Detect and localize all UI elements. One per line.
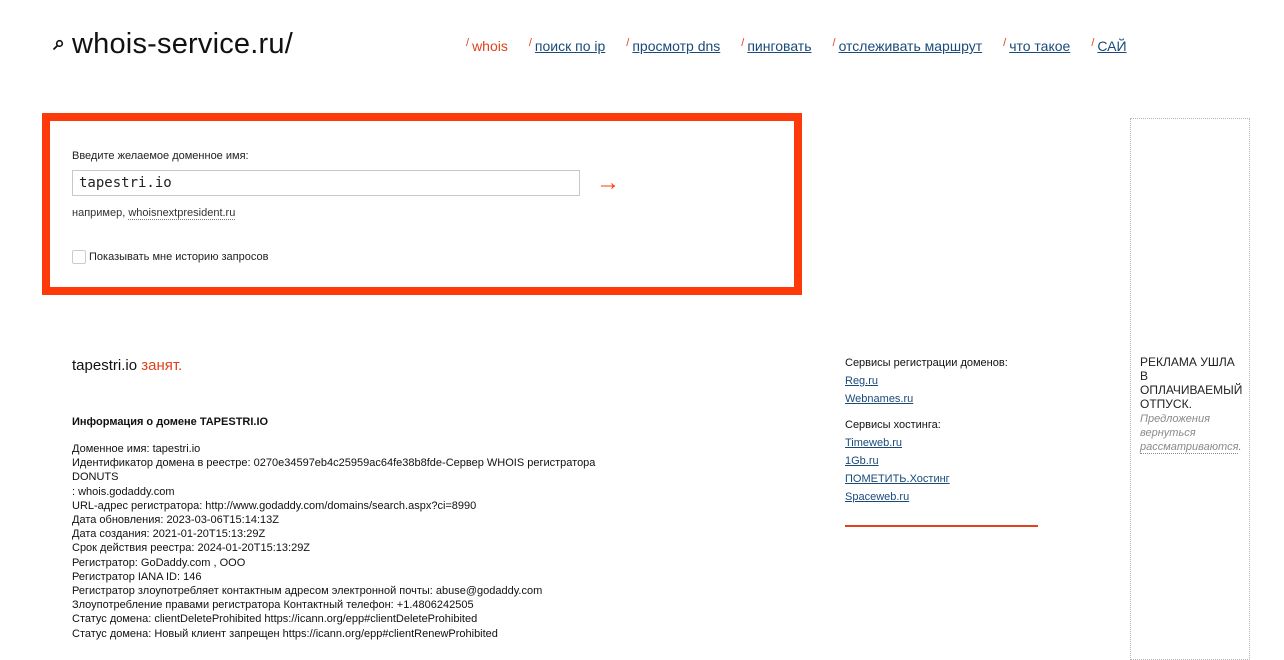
registrar-link-reg[interactable]: Reg.ru — [845, 374, 1040, 388]
magnifier-icon — [52, 39, 64, 51]
hosting-link-timeweb[interactable]: Timeweb.ru — [845, 436, 1040, 450]
hosting-link-1gb[interactable]: 1Gb.ru — [845, 454, 1040, 468]
whois-line: Регистратор IANA ID: 146 — [72, 570, 202, 583]
example-domain-link[interactable]: whoisnextpresident.ru — [128, 207, 236, 220]
top-navigation: / whois / поиск по ip / просмотр dns / пинговат… — [466, 37, 1148, 58]
nav-item-site[interactable]: / САЙ — [1091, 37, 1126, 54]
nav-item-traceroute[interactable]: / отслеживать маршрут — [833, 37, 983, 54]
hosting-link-spaceweb[interactable]: Spaceweb.ru — [845, 490, 1040, 504]
search-label: Введите желаемое доменное имя: — [72, 150, 249, 162]
submit-arrow-icon[interactable]: → — [596, 171, 620, 195]
nav-item-ping[interactable]: / пинговать — [741, 37, 811, 54]
result-status: tapestri.io занят. — [72, 357, 182, 374]
whois-line: Статус домена: clientDeleteProhibited ht… — [72, 613, 478, 626]
info-title: Информация о домене TAPESTRI.IO — [72, 416, 269, 428]
whois-line: Регистратор: GoDaddy.com , ООО — [72, 556, 246, 569]
result-domain: tapestri.io — [72, 357, 138, 374]
history-checkbox[interactable] — [72, 250, 86, 264]
history-toggle[interactable]: Показывать мне историю запросов — [72, 250, 268, 264]
whois-record: Доменное имя: tapestri.io Идентификатор … — [72, 442, 632, 641]
domain-input[interactable] — [72, 170, 580, 196]
whois-line: Доменное имя: tapestri.io — [72, 443, 201, 455]
status-badge: занят. — [141, 357, 183, 374]
nav-item-what-is[interactable]: / что такое — [1003, 37, 1070, 54]
hosting-link-pometit[interactable]: ПОМЕТИТЬ.Хостинг — [845, 472, 1040, 486]
whois-line: DONUTS — [72, 471, 119, 484]
search-form: Введите желаемое доменное имя: → наприме… — [42, 113, 802, 295]
ad-note: Предложения вернуться рассматриваются. — [1140, 413, 1242, 454]
whois-line: URL-адрес регистратора: http://www.godad… — [72, 499, 477, 512]
whois-line: Дата создания: 2021-01-20T15:13:29Z — [72, 528, 266, 541]
whois-line: Дата обновления: 2023-03-06T15:14:13Z — [72, 514, 279, 527]
nav-item-ip-lookup[interactable]: / поиск по ip — [529, 37, 605, 54]
ad-block: РЕКЛАМА УШЛА В ОПЛАЧИВАЕМЫЙ ОТПУСК. Пред… — [1130, 118, 1250, 660]
whois-line: Идентификатор домена в реестре: 0270e345… — [72, 457, 596, 470]
registration-heading: Сервисы регистрации доменов: — [845, 357, 1008, 369]
search-example: например, whoisnextpresident.ru — [72, 207, 236, 220]
hosting-heading: Сервисы хостинга: — [845, 419, 941, 431]
whois-line: : whois.godaddy.com — [72, 485, 175, 498]
history-label: Показывать мне историю запросов — [89, 250, 269, 263]
whois-line: Регистратор злоупотребляет контактным ад… — [72, 585, 543, 598]
sidebar-divider — [845, 525, 1038, 527]
ad-contact-link[interactable]: рассматриваются — [1140, 441, 1239, 454]
whois-line: Срок действия реестра: 2024-01-20T15:13:… — [72, 542, 311, 555]
whois-line: Статус домена: Новый клиент запрещен htt… — [72, 627, 498, 640]
nav-item-dns[interactable]: / просмотр dns — [626, 37, 720, 54]
nav-item-whois[interactable]: / whois — [466, 37, 508, 54]
services-sidebar: Сервисы регистрации доменов: Reg.ru Webn… — [845, 357, 1040, 508]
ad-title: РЕКЛАМА УШЛА В ОПЛАЧИВАЕМЫЙ ОТПУСК. — [1140, 355, 1243, 411]
site-logo[interactable]: whois-service.ru/ — [72, 28, 293, 61]
whois-line: Злоупотребление правами регистратора Кон… — [72, 599, 474, 612]
registrar-link-webnames[interactable]: Webnames.ru — [845, 392, 1040, 406]
